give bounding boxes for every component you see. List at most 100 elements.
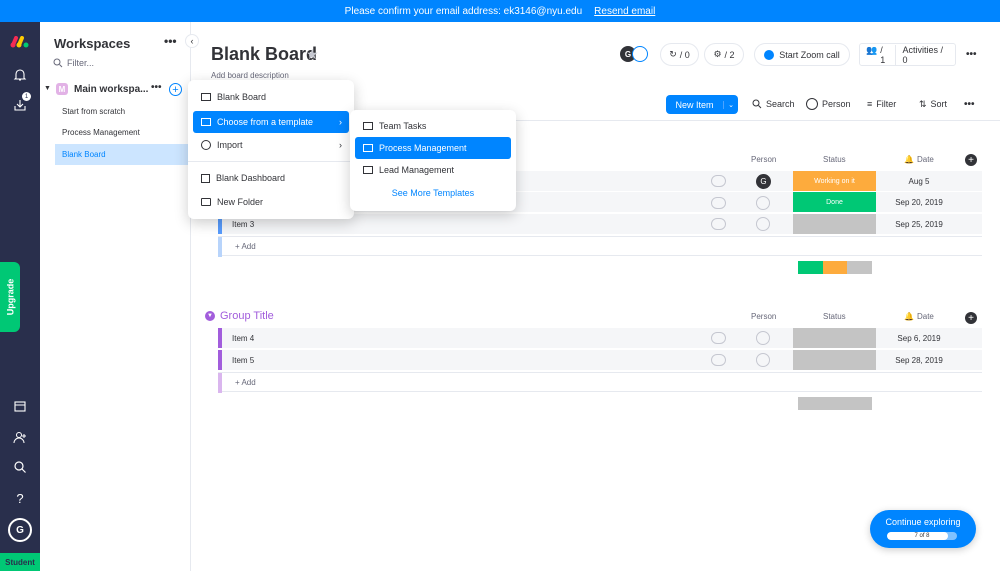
status-badge[interactable]: Done (793, 192, 876, 212)
invite-member-icon[interactable] (10, 427, 30, 447)
date-cell[interactable]: Sep 6, 2019 (876, 328, 962, 348)
column-header-date[interactable]: 🔔 Date (904, 312, 934, 321)
column-header-status[interactable]: Status (823, 312, 846, 321)
item-name[interactable]: Item 5 (232, 356, 254, 365)
chat-icon[interactable] (711, 197, 726, 209)
board-more-icon[interactable]: ••• (966, 49, 977, 60)
menu-item-blank-dashboard[interactable]: Blank Dashboard (193, 167, 349, 189)
add-item-row[interactable]: + Add (218, 372, 982, 393)
add-column-icon[interactable]: + (965, 312, 977, 324)
toolbar-more-icon[interactable]: ••• (964, 99, 975, 110)
workspace-name[interactable]: Main workspa... (74, 84, 148, 95)
new-item-button[interactable]: New Item ⌄ (666, 95, 738, 114)
board-icon (201, 93, 211, 101)
add-item-label: + Add (235, 378, 256, 387)
item-name[interactable]: Item 3 (232, 220, 254, 229)
sidebar-item-start-from-scratch[interactable]: Start from scratch (62, 107, 125, 116)
zoom-label: Start Zoom call (779, 49, 840, 60)
sidebar-item-process-management[interactable]: Process Management (62, 128, 140, 137)
see-more-templates-link[interactable]: See More Templates (350, 188, 516, 198)
person-filter-button[interactable]: Person (806, 98, 851, 110)
date-cell[interactable]: Sep 25, 2019 (876, 214, 962, 234)
zoom-button[interactable]: Start Zoom call (754, 43, 850, 66)
sidebar-more-icon[interactable]: ••• (164, 34, 177, 48)
board-description[interactable]: Add board description (211, 71, 289, 80)
resend-email-link[interactable]: Resend email (594, 6, 655, 17)
search-icon[interactable] (10, 457, 30, 477)
status-badge[interactable] (793, 328, 876, 348)
person-avatar[interactable]: G (756, 174, 771, 189)
person-placeholder-icon[interactable] (756, 217, 770, 231)
filter-field[interactable]: Filter... (53, 58, 94, 68)
members-button[interactable]: 👥/ 1 (860, 44, 897, 65)
tour-progress-bar: 7 of 8 (887, 532, 957, 540)
calendar-icon[interactable] (10, 396, 30, 416)
status-badge[interactable] (793, 214, 876, 234)
filter-label: Filter (876, 99, 897, 109)
add-item-label: + Add (235, 242, 256, 251)
folder-icon (201, 198, 211, 206)
help-icon[interactable]: ? (10, 488, 30, 508)
template-process-management[interactable]: Process Management (355, 137, 511, 159)
avatar[interactable]: G (8, 518, 32, 542)
template-lead-management[interactable]: Lead Management (355, 159, 511, 181)
email-confirm-banner: Please confirm your email address: ek314… (0, 0, 1000, 22)
collapse-group-icon[interactable]: ▼ (205, 311, 215, 321)
inbox-icon[interactable]: 1 (10, 92, 31, 115)
date-cell[interactable]: Sep 28, 2019 (876, 350, 962, 370)
invite-icon[interactable] (632, 46, 648, 62)
add-icon[interactable]: + (169, 83, 182, 96)
updates-button[interactable]: ⚙/ 2 (704, 43, 744, 66)
bell-icon[interactable] (10, 65, 30, 85)
column-header-person[interactable]: Person (751, 155, 776, 164)
person-placeholder-icon[interactable] (756, 196, 770, 210)
menu-item-import[interactable]: Import › (193, 134, 349, 156)
sort-button[interactable]: ⇅ Sort (919, 99, 947, 110)
sidebar-item-blank-board[interactable]: Blank Board (62, 150, 106, 159)
person-placeholder-icon[interactable] (756, 331, 770, 345)
chat-icon[interactable] (711, 332, 726, 344)
robot-icon: ⚙ (713, 49, 722, 59)
import-icon (201, 140, 211, 150)
monday-logo-icon[interactable] (10, 32, 30, 52)
search-button[interactable]: Search (752, 99, 795, 109)
chevron-down-icon[interactable]: ⌄ (723, 100, 738, 109)
filter-placeholder: Filter... (67, 58, 95, 68)
template-team-tasks[interactable]: Team Tasks (355, 115, 511, 137)
chat-icon[interactable] (711, 218, 726, 230)
status-badge[interactable]: Working on it (793, 171, 876, 191)
person-placeholder-icon[interactable] (756, 353, 770, 367)
activities-button[interactable]: Activities / 0 (896, 45, 955, 65)
menu-item-choose-template[interactable]: Choose from a template › (193, 111, 349, 133)
upgrade-button[interactable]: Upgrade (0, 262, 20, 332)
status-summary-bar (798, 397, 872, 410)
page-title[interactable]: Blank Board (211, 44, 317, 65)
updates-count: / 2 (724, 49, 735, 60)
column-header-status[interactable]: Status (823, 155, 846, 164)
column-header-person[interactable]: Person (751, 312, 776, 321)
person-label: Person (822, 99, 851, 109)
add-column-icon[interactable]: + (965, 154, 977, 166)
add-item-row[interactable]: + Add (218, 236, 982, 257)
menu-item-new-folder[interactable]: New Folder (193, 191, 349, 213)
chat-icon[interactable] (711, 175, 726, 187)
item-name[interactable]: Item 4 (232, 334, 254, 343)
search-label: Search (766, 99, 795, 109)
date-cell[interactable]: Sep 20, 2019 (876, 192, 962, 212)
group-title[interactable]: Group Title (220, 310, 274, 322)
members-activities[interactable]: 👥/ 1 Activities / 0 (859, 43, 956, 66)
collapse-sidebar-icon[interactable]: ‹ (185, 34, 199, 48)
caret-down-icon[interactable]: ▼ (44, 85, 51, 92)
activity-button[interactable]: ↻/ 0 (660, 43, 699, 66)
menu-item-blank-board[interactable]: Blank Board (193, 86, 349, 108)
column-header-date[interactable]: 🔔 Date (904, 155, 934, 164)
workspace-more-icon[interactable]: ••• (151, 82, 162, 93)
star-icon[interactable]: ★ (306, 46, 319, 63)
filter-button[interactable]: ≡ Filter (867, 99, 896, 109)
status-badge[interactable] (793, 350, 876, 370)
continue-exploring-widget[interactable]: Continue exploring 7 of 8 (870, 510, 976, 548)
chat-icon[interactable] (711, 354, 726, 366)
sidebar-title: Workspaces (54, 36, 131, 51)
date-cell[interactable]: Aug 5 (876, 171, 962, 191)
zoom-icon (764, 49, 775, 60)
